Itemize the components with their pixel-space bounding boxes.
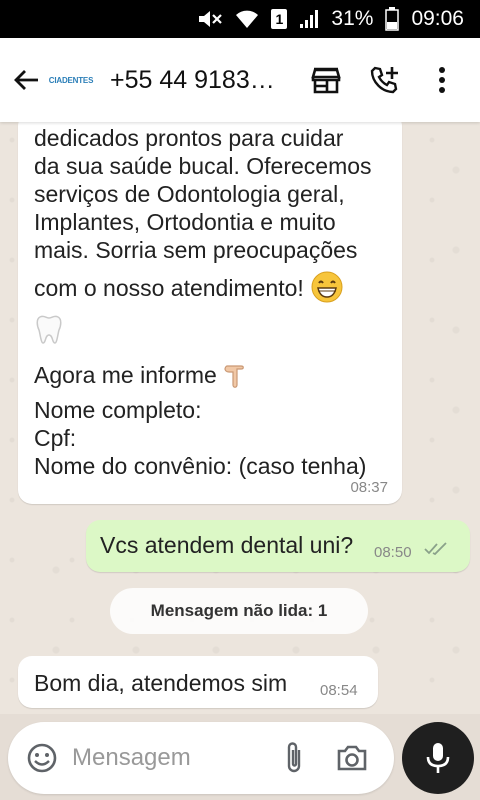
message-text: Vcs atendem dental uni? xyxy=(100,532,354,558)
attach-icon[interactable] xyxy=(276,738,312,778)
message-line: Nome completo: xyxy=(34,397,202,423)
message-time: 08:50 xyxy=(374,544,412,561)
message-time: 08:54 xyxy=(320,682,358,699)
avatar-logo-text: CIADENTES xyxy=(48,75,94,85)
sim-icon: 1 xyxy=(271,9,288,29)
incoming-message[interactable]: Bom dia, atendemos sim 08:54 xyxy=(18,656,378,708)
grinning-face-icon xyxy=(310,270,344,310)
message-line: serviços de Odontologia geral, xyxy=(34,181,345,207)
outgoing-message[interactable]: Vcs atendem dental uni? 08:50 xyxy=(86,520,470,572)
mute-icon xyxy=(197,8,223,30)
message-line: Agora me informe xyxy=(34,362,217,389)
wifi-icon xyxy=(235,9,259,29)
message-line: com o nosso atendimento! xyxy=(34,275,304,302)
message-line: dedicados prontos para cuidar xyxy=(34,125,344,151)
message-text: Bom dia, atendemos sim xyxy=(34,670,288,696)
more-vert-icon[interactable] xyxy=(426,64,458,96)
back-arrow-icon[interactable] xyxy=(6,60,46,100)
clock: 09:06 xyxy=(411,7,464,30)
battery-percent: 31% xyxy=(331,7,374,30)
message-line: Nome do convênio: (caso tenha) xyxy=(34,453,367,479)
message-line: Implantes, Ortodontia e muito xyxy=(34,209,336,235)
incoming-message[interactable]: dedicados prontos para cuidar da sua saú… xyxy=(18,122,402,504)
message-line: mais. Sorria sem preocupações xyxy=(34,237,358,263)
chat-header: CIADENTES +55 44 9183… xyxy=(0,38,480,122)
avatar[interactable]: CIADENTES xyxy=(46,65,96,95)
status-bar: 1 31% 09:06 xyxy=(0,0,480,38)
camera-icon[interactable] xyxy=(332,738,372,778)
read-ticks-icon xyxy=(424,542,448,561)
mic-icon[interactable] xyxy=(402,722,474,794)
message-input[interactable] xyxy=(72,744,272,772)
signal-icon xyxy=(299,9,319,29)
tooth-icon xyxy=(34,314,64,352)
contact-name[interactable]: +55 44 9183… xyxy=(110,66,280,95)
unread-banner: Mensagem não lida: 1 xyxy=(110,588,368,634)
message-line: Cpf: xyxy=(34,425,77,451)
pointing-down-icon xyxy=(223,358,253,396)
message-line: da sua saúde bucal. Oferecemos xyxy=(34,153,372,179)
add-call-icon[interactable] xyxy=(368,64,400,96)
battery-icon xyxy=(385,7,400,31)
store-icon[interactable] xyxy=(310,64,342,96)
composer xyxy=(8,722,394,794)
emoji-icon[interactable] xyxy=(22,738,62,778)
message-time: 08:37 xyxy=(350,479,388,496)
chat-area[interactable]: dedicados prontos para cuidar da sua saú… xyxy=(0,122,480,714)
